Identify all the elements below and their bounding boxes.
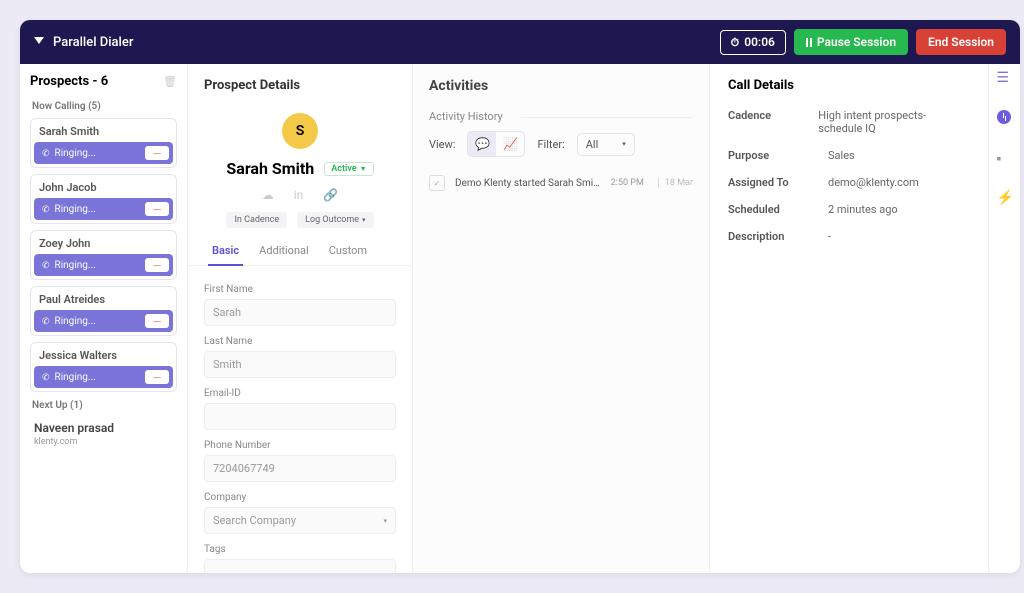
- activity-row[interactable]: ✓ Demo Klenty started Sarah Smit... 2:50…: [413, 167, 709, 199]
- call-details-title: Call Details: [728, 78, 970, 93]
- activities-column: Activities Activity History View: 💬 📈 Fi…: [413, 64, 710, 573]
- activities-title: Activities: [429, 78, 693, 94]
- tab-additional[interactable]: Additional: [249, 236, 319, 265]
- last-name-input[interactable]: [204, 351, 396, 378]
- tags-input[interactable]: [204, 559, 396, 573]
- phone-input[interactable]: [204, 455, 396, 482]
- filter-select[interactable]: All▾: [577, 133, 635, 156]
- phone-icon: [42, 204, 50, 215]
- hangup-button[interactable]: ⏤: [145, 202, 169, 216]
- prospect-card[interactable]: Zoey John Ringing...⏤: [30, 230, 177, 280]
- tab-basic[interactable]: Basic: [202, 236, 249, 265]
- tab-custom[interactable]: Custom: [319, 236, 377, 265]
- link-icon[interactable]: 🔗: [323, 188, 338, 202]
- prospects-column: Prospects - 6 🗑 Now Calling (5) Sarah Sm…: [20, 64, 188, 573]
- hangup-button[interactable]: ⏤: [145, 258, 169, 272]
- view-chat-button[interactable]: 💬: [468, 132, 496, 156]
- note-icon[interactable]: ▪: [997, 150, 1013, 166]
- activity-type-icon: ✓: [429, 175, 445, 191]
- email-input[interactable]: [204, 403, 396, 430]
- hangup-button[interactable]: ⏤: [145, 314, 169, 328]
- company-select[interactable]: Search Company▾: [204, 507, 396, 534]
- phone-icon: [42, 148, 50, 159]
- end-session-button[interactable]: End Session: [916, 29, 1006, 55]
- cloud-icon[interactable]: ☁: [262, 188, 274, 202]
- activity-history-label: Activity History: [429, 110, 693, 123]
- prospect-card[interactable]: Sarah Smith Ringing...⏤: [30, 118, 177, 168]
- topbar: Parallel Dialer 00:06 Pause Session End …: [20, 20, 1020, 64]
- next-up-card[interactable]: Naveen prasad klenty.com: [30, 417, 177, 451]
- delete-icon[interactable]: 🗑: [163, 75, 177, 88]
- prospects-title: Prospects - 6: [30, 74, 108, 89]
- now-calling-label: Now Calling (5): [32, 101, 175, 112]
- linkedin-icon[interactable]: in: [294, 188, 304, 202]
- clock-icon[interactable]: [997, 110, 1013, 126]
- chevron-down-icon: ▼: [360, 165, 367, 173]
- view-timeline-button[interactable]: 📈: [496, 132, 524, 156]
- details-title: Prospect Details: [204, 78, 396, 93]
- next-up-label: Next Up (1): [32, 400, 175, 411]
- bolt-icon[interactable]: ⚡: [997, 190, 1013, 206]
- status-pill[interactable]: Active▼: [324, 162, 373, 176]
- hangup-button[interactable]: ⏤: [145, 370, 169, 384]
- session-timer: 00:06: [720, 30, 786, 55]
- phone-icon: [42, 260, 50, 271]
- phone-icon: [42, 372, 50, 383]
- prospect-details-column: Prospect Details S Sarah Smith Active▼ ☁…: [188, 64, 413, 573]
- prospect-card[interactable]: John Jacob Ringing...⏤: [30, 174, 177, 224]
- view-toggle: 💬 📈: [467, 131, 525, 157]
- call-details-column: Call Details CadenceHigh intent prospect…: [710, 64, 1020, 573]
- prospect-name: Sarah Smith: [226, 159, 314, 178]
- clock-icon: [731, 35, 740, 50]
- pause-icon: [806, 38, 812, 47]
- dialer-icon: [34, 37, 45, 48]
- pause-session-button[interactable]: Pause Session: [794, 29, 908, 55]
- cadence-chip: In Cadence: [226, 212, 287, 228]
- prospect-card[interactable]: Jessica Walters Ringing...⏤: [30, 342, 177, 392]
- list-icon[interactable]: ☰: [997, 70, 1013, 86]
- log-outcome-button[interactable]: Log Outcome▾: [297, 212, 373, 228]
- avatar: S: [282, 113, 318, 149]
- app-title: Parallel Dialer: [53, 35, 133, 50]
- phone-icon: [42, 316, 50, 327]
- prospect-card[interactable]: Paul Atreides Ringing...⏤: [30, 286, 177, 336]
- side-rail: ☰ ▪ ⚡: [988, 64, 1020, 573]
- hangup-button[interactable]: ⏤: [145, 146, 169, 160]
- first-name-input[interactable]: [204, 299, 396, 326]
